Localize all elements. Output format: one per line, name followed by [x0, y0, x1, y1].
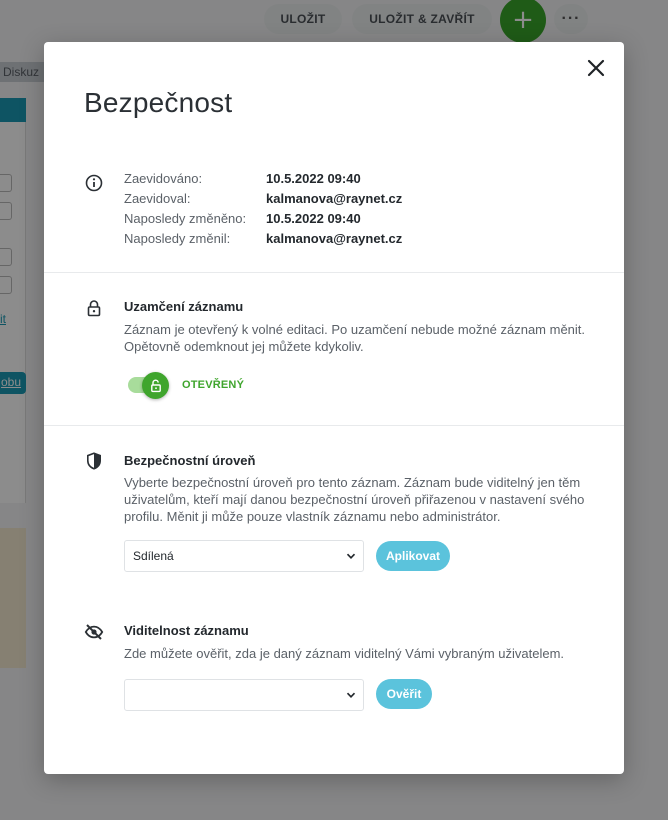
divider: [44, 272, 624, 273]
eye-off-icon: [84, 622, 104, 642]
security-level-title: Bezpečnostní úroveň: [124, 453, 256, 468]
apply-button[interactable]: Aplikovat: [376, 541, 450, 571]
created-at-label: Zaevidováno:: [124, 171, 203, 186]
modified-at-value: 10.5.2022 09:40: [266, 211, 361, 226]
chevron-down-icon: [345, 689, 357, 701]
user-select[interactable]: [124, 679, 364, 711]
security-level-selected: Sdílená: [133, 549, 174, 563]
modal-title: Bezpečnost: [84, 87, 233, 118]
lock-icon: [84, 298, 104, 318]
created-by-label: Zaevidoval:: [124, 191, 191, 206]
visibility-description: Zde můžete ověřit, zda je daný záznam vi…: [124, 646, 565, 661]
lock-section-title: Uzamčení záznamu: [124, 299, 244, 314]
chevron-down-icon: [345, 550, 357, 562]
divider: [44, 425, 624, 426]
audit-info: Zaevidováno: 10.5.2022 09:40 Zaevidoval:…: [124, 171, 402, 247]
close-icon[interactable]: [584, 56, 608, 80]
modified-by-value: kalmanova@raynet.cz: [266, 231, 403, 246]
shield-icon: [84, 451, 104, 471]
created-by-value: kalmanova@raynet.cz: [266, 191, 403, 206]
modified-by-label: Naposledy změnil:: [124, 231, 231, 246]
modified-at-label: Naposledy změněno:: [124, 211, 247, 226]
info-icon: [84, 173, 104, 193]
verify-button[interactable]: Ověřit: [376, 679, 432, 709]
security-modal: Bezpečnost Zaevidováno: 10.5.2022 09:40 …: [44, 42, 624, 774]
visibility-title: Viditelnost záznamu: [124, 623, 249, 638]
lock-section-description: Záznam je otevřený k volné editaci. Po u…: [124, 322, 586, 354]
unlock-icon[interactable]: [142, 372, 169, 399]
security-level-description: Vyberte bezpečnostní úroveň pro tento zá…: [124, 475, 585, 524]
created-at-value: 10.5.2022 09:40: [266, 171, 361, 186]
security-level-select[interactable]: Sdílená: [124, 540, 364, 572]
lock-state-label: OTEVŘENÝ: [182, 379, 245, 391]
